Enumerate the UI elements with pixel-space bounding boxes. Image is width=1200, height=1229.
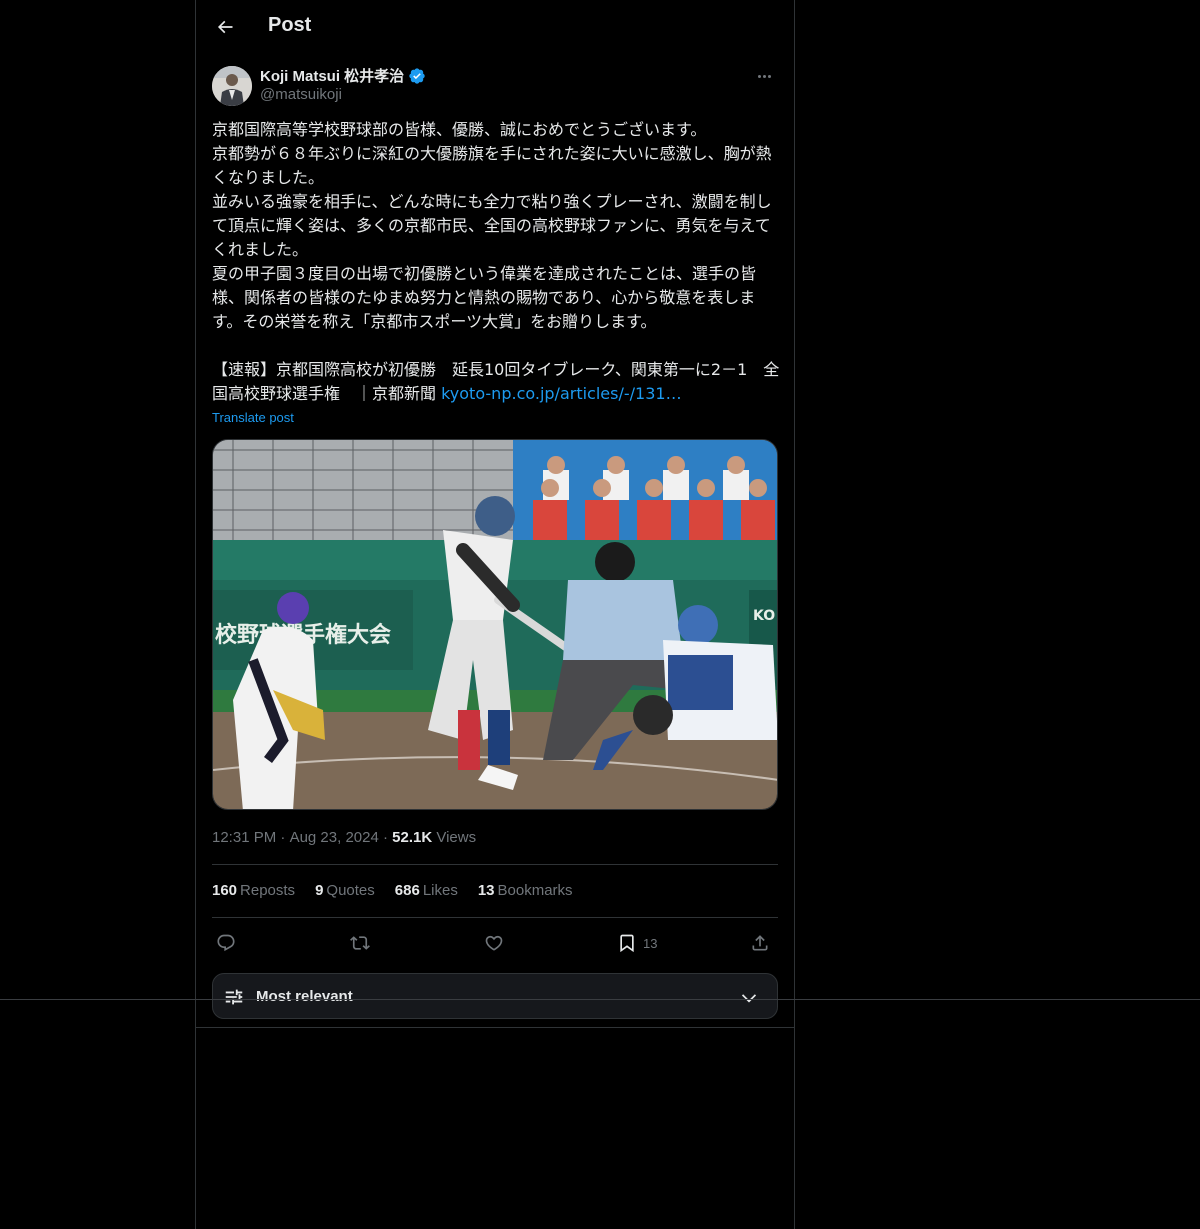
like-button[interactable] <box>484 928 504 958</box>
back-button[interactable] <box>210 12 240 42</box>
post-paragraph-3: 並みいる強豪を相手に、どんな時にも全力で粘り強くプレーされ、激闘を制して頂点に輝… <box>212 192 772 259</box>
sliders-icon <box>225 989 243 1005</box>
page-title: Post <box>268 14 312 36</box>
more-button[interactable] <box>750 64 778 88</box>
likes-label: Likes <box>422 882 458 899</box>
share-icon <box>752 935 768 951</box>
header: Post <box>196 0 794 54</box>
bookmark-icon <box>620 934 634 953</box>
divider <box>196 1027 794 1028</box>
overlay-line <box>0 999 1200 1000</box>
post-stats: 160 Reposts 9 Quotes 686 Likes 13 Bookmarks <box>212 882 573 899</box>
views-count: 52.1K <box>392 829 433 846</box>
chevron-down-icon <box>741 994 757 1003</box>
scoreboard-text: KO 10 <box>753 608 778 624</box>
post-paragraph-4: 夏の甲子園３度目の出場で初優勝という偉業を達成されたことは、選手の皆様、関係者の… <box>212 264 757 331</box>
action-bar: 13 <box>212 928 778 958</box>
bookmarks-label: Bookmarks <box>497 882 573 899</box>
post-paragraph-2: 京都勢が６８年ぶりに深紅の大優勝旗を手にされた姿に大いに感激し、胸が熱くなりまし… <box>212 144 772 187</box>
back-arrow-icon <box>217 20 233 34</box>
quotes-label: Quotes <box>326 882 375 899</box>
post-time[interactable]: 12:31 PM <box>212 829 276 846</box>
reposts-count: 160 <box>212 882 238 899</box>
repost-icon <box>350 936 370 950</box>
likes-stat[interactable]: 686 Likes <box>395 882 458 899</box>
author-handle[interactable]: @matsuikoji <box>260 86 342 103</box>
share-button[interactable] <box>750 928 770 958</box>
post-date[interactable]: Aug 23, 2024 <box>290 829 379 846</box>
post-photo[interactable]: 校野球選手権大会 KO 10 <box>212 439 778 810</box>
reply-icon <box>217 934 235 952</box>
primary-column: Post Koji Matsui 松井孝治 @matsuikoji 京都国際高等… <box>195 0 795 1229</box>
bookmark-count: 13 <box>643 935 658 951</box>
avatar[interactable] <box>212 66 252 106</box>
more-icon <box>757 74 761 78</box>
repost-button[interactable] <box>350 928 370 958</box>
like-icon <box>485 935 503 951</box>
views-label: Views <box>436 829 477 846</box>
translate-post-link[interactable]: Translate post <box>212 410 294 425</box>
quotes-stat[interactable]: 9 Quotes <box>315 882 375 899</box>
likes-count: 686 <box>394 882 420 899</box>
author-name-row: Koji Matsui 松井孝治 <box>260 65 426 86</box>
verified-badge-icon <box>409 67 425 84</box>
reply-button[interactable] <box>216 928 236 958</box>
post-text: 京都国際高等学校野球部の皆様、優勝、誠におめでとうございます。 京都勢が６８年ぶ… <box>212 118 780 406</box>
post-paragraph-1: 京都国際高等学校野球部の皆様、優勝、誠におめでとうございます。 <box>212 120 707 139</box>
bookmarks-count: 13 <box>477 882 495 899</box>
divider <box>212 917 778 918</box>
post-author: Koji Matsui 松井孝治 @matsuikoji <box>212 64 778 108</box>
bookmark-button[interactable]: 13 <box>617 928 657 958</box>
reposts-label: Reposts <box>240 882 296 899</box>
divider <box>212 864 778 865</box>
replies-sort-dropdown[interactable]: Most relevant <box>212 973 778 1019</box>
author-name[interactable]: Koji Matsui 松井孝治 <box>260 65 404 86</box>
article-link[interactable]: kyoto-np.co.jp/articles/-/131… <box>441 384 681 403</box>
post-meta: 12:31 PM · Aug 23, 2024 · 52.1K Views <box>212 829 477 846</box>
sort-label: Most relevant <box>256 988 353 1005</box>
quotes-count: 9 <box>315 882 324 899</box>
reposts-stat[interactable]: 160 Reposts <box>212 882 295 899</box>
bookmarks-stat[interactable]: 13 Bookmarks <box>478 882 573 899</box>
